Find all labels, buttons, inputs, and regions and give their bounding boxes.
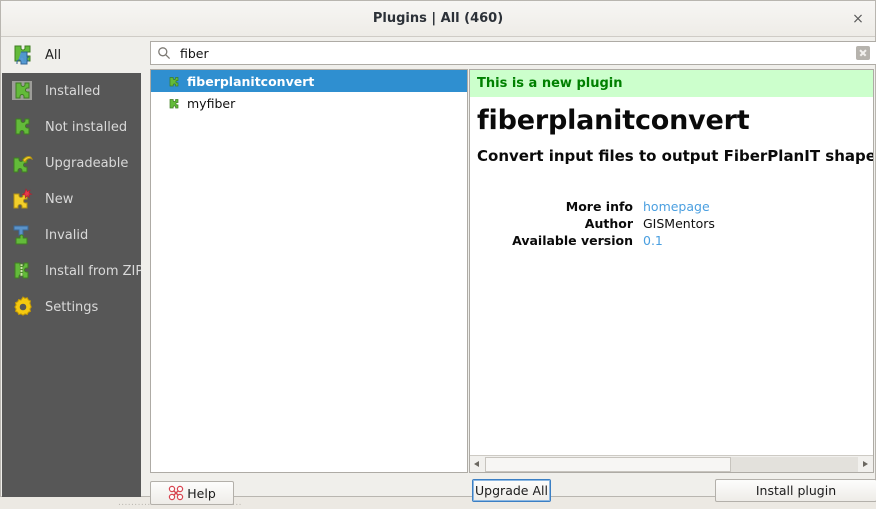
search-input[interactable] [178,42,856,64]
sidebar-item-label: Not installed [45,119,128,135]
puzzle-zip-icon [10,258,36,284]
horizontal-scrollbar[interactable] [470,455,873,472]
scroll-left-icon[interactable] [470,457,485,472]
clear-icon[interactable] [856,46,870,60]
scrollbar-thumb[interactable] [485,456,732,472]
sidebar-item-installed[interactable]: Installed [2,73,141,109]
sidebar-item-install-from-zip[interactable]: Install from ZIP [2,253,141,289]
upgrade-all-button[interactable]: Upgrade All [472,479,551,502]
list-item-label: fiberplanitconvert [187,73,315,89]
puzzle-green-icon [168,75,181,88]
list-item[interactable]: myfiber [151,92,467,114]
scroll-right-icon[interactable] [858,457,873,472]
search-bar[interactable] [150,41,876,65]
sidebar-item-label: Upgradeable [45,155,129,171]
sidebar-item-new[interactable]: New [2,181,141,217]
install-plugin-label: Install plugin [755,483,837,498]
metadata-key: Author [584,216,633,231]
plugin-description: Convert input files to output FiberPlanI… [477,147,874,165]
sidebar-item-upgradeable[interactable]: Upgradeable [2,145,141,181]
help-label: Help [187,485,216,501]
plugins-dialog: Plugins | All (460) × All Installed Not … [0,0,876,505]
scrollbar-track[interactable] [485,456,858,472]
page-title: Plugins | All (460) [372,11,504,26]
sidebar-item-label: Settings [45,299,99,315]
gear-icon [10,294,36,320]
sidebar: All Installed Not installed Upgradeable … [2,37,141,497]
help-button[interactable]: Help [150,481,234,505]
plugin-title: fiberplanitconvert [477,105,750,136]
sidebar-item-label: Install from ZIP [45,263,141,279]
puzzle-upgrade-icon [10,150,36,176]
sidebar-item-label: Installed [45,83,101,99]
title-bar: Plugins | All (460) × [1,1,875,37]
metadata-row: Author GISMentors [470,215,715,232]
main-area: fiberplanitconvert myfiber This is a new… [141,37,876,505]
puzzle-invalid-icon [10,222,36,248]
metadata-row: Available version 0.1 [470,232,715,249]
list-item-label: myfiber [187,95,236,111]
sidebar-item-all[interactable]: All [2,37,141,73]
metadata-key: More info [565,199,633,214]
sidebar-item-label: New [45,191,74,207]
metadata-row: More info homepage [470,198,715,215]
close-icon[interactable]: × [849,10,867,28]
new-plugin-banner: This is a new plugin [470,70,873,97]
help-icon [168,485,184,501]
list-item[interactable]: fiberplanitconvert [151,70,467,92]
sidebar-item-label: Invalid [45,227,89,243]
sidebar-item-not-installed[interactable]: Not installed [2,109,141,145]
install-plugin-button[interactable]: Install plugin [715,479,876,502]
upgrade-all-label: Upgrade All [475,483,548,498]
homepage-link[interactable]: homepage [643,198,715,215]
sidebar-item-label: All [45,47,62,63]
metadata-value-author: GISMentors [643,216,715,231]
metadata-key: Available version [512,233,633,248]
puzzle-green-icon [168,97,181,110]
plugin-detail-panel: This is a new plugin fiberplanitconvert … [469,69,874,473]
metadata-value-version: 0.1 [643,233,663,248]
sidebar-item-settings[interactable]: Settings [2,289,141,325]
puzzle-installed-icon [10,78,36,104]
screen: ............ .... .. ....... .... .... P… [0,0,876,509]
sidebar-item-invalid[interactable]: Invalid [2,217,141,253]
puzzle-all-icon [10,42,36,68]
puzzle-new-icon [10,186,36,212]
plugin-list[interactable]: fiberplanitconvert myfiber [150,69,468,473]
puzzle-green-icon [10,114,36,140]
search-icon [157,46,171,60]
plugin-metadata: More info homepage Author GISMentors Ava… [470,198,715,249]
plugin-detail-content: This is a new plugin fiberplanitconvert … [470,70,874,249]
